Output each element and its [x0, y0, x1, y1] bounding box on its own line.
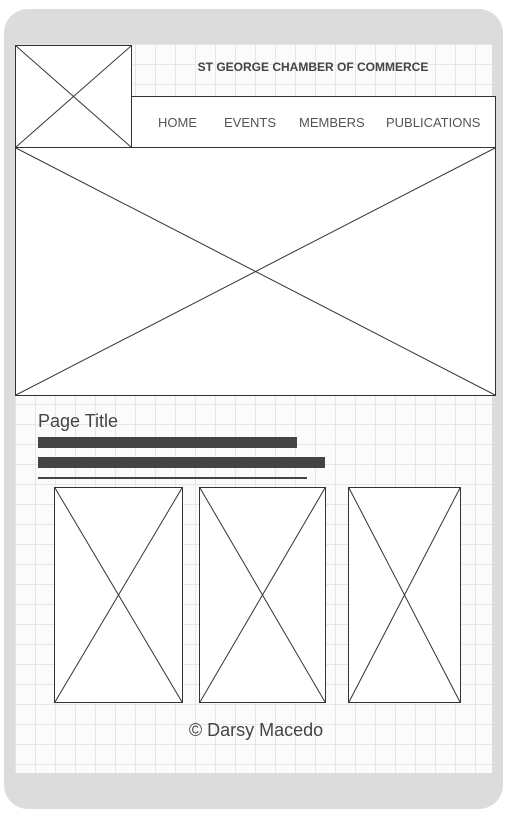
- hero-image-placeholder[interactable]: [15, 147, 496, 396]
- logo-placeholder[interactable]: [15, 45, 132, 148]
- text-line-placeholder: [38, 437, 297, 448]
- text-line-placeholder: [38, 457, 325, 468]
- site-title: ST GEORGE CHAMBER OF COMMERCE: [197, 60, 429, 74]
- image-placeholder-icon: [16, 46, 131, 147]
- image-placeholder-icon: [55, 488, 182, 702]
- nav-item-home[interactable]: HOME: [158, 115, 197, 130]
- image-placeholder-icon: [200, 488, 325, 702]
- footer-copyright: © Darsy Macedo: [188, 720, 324, 740]
- nav-item-publications[interactable]: PUBLICATIONS: [386, 115, 480, 130]
- page-title: Page Title: [38, 411, 119, 431]
- nav-item-events[interactable]: EVENTS: [224, 115, 276, 130]
- image-placeholder-icon: [16, 148, 495, 395]
- image-placeholder-icon: [349, 488, 460, 702]
- gallery-image-placeholder[interactable]: [348, 487, 461, 703]
- nav-item-members[interactable]: MEMBERS: [299, 115, 365, 130]
- gallery-image-placeholder[interactable]: [54, 487, 183, 703]
- divider: [38, 477, 307, 479]
- nav-bar: HOME EVENTS MEMBERS PUBLICATIONS: [131, 96, 496, 148]
- gallery-image-placeholder[interactable]: [199, 487, 326, 703]
